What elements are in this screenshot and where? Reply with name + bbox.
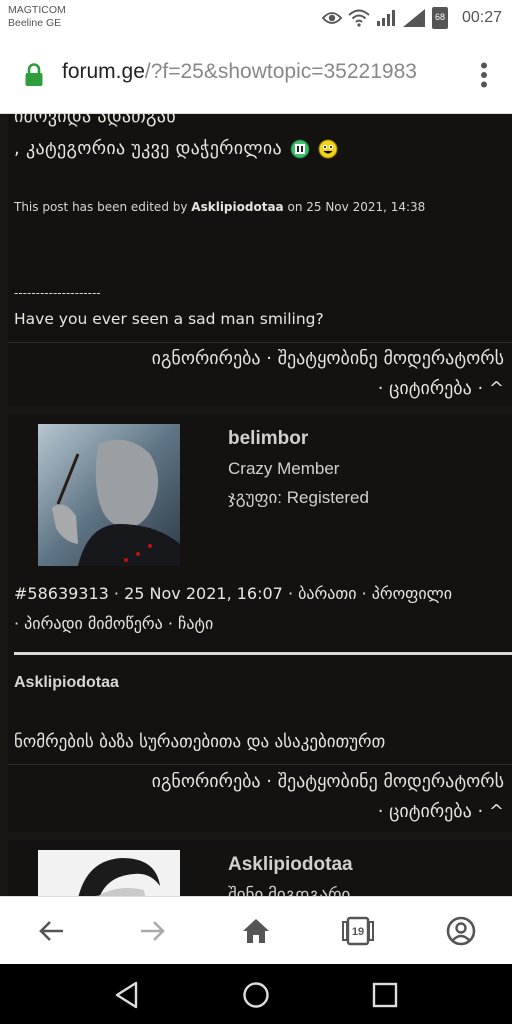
tabs-icon: 19	[342, 916, 374, 946]
account-icon	[446, 916, 476, 946]
signature-separator: --------------------	[14, 286, 101, 300]
arrow-right-icon	[141, 921, 165, 941]
post-separator	[14, 652, 512, 655]
emoticon-icon	[290, 139, 310, 158]
url-field[interactable]: forum.ge/?f=25&showtopic=35221983	[62, 60, 450, 84]
edited-user[interactable]: Asklipiodotaa	[191, 200, 283, 214]
tab-count: 19	[352, 926, 364, 938]
divider	[8, 764, 512, 765]
edited-note: This post has been edited by Asklipiodot…	[14, 200, 425, 214]
post-text-line: , კატეგორია უკვე დაჭერილია	[14, 138, 282, 159]
post-card: Asklipiodotaa შინი მიგდგარი	[8, 840, 512, 896]
post-card: იძოვიდა ადათგან , კატეგორია უკვე დაჭერილ…	[8, 114, 512, 406]
forward-button[interactable]	[136, 914, 170, 948]
eye-icon	[321, 12, 342, 24]
home-icon	[243, 919, 269, 943]
url-path: /?f=25&showtopic=35221983	[144, 60, 417, 83]
post-meta[interactable]: · პირადი მიმოწერა · ჩატი	[14, 614, 213, 633]
post-actions: იგნორირება · შეატყობინე მოდერატორს · ციტ…	[152, 344, 504, 404]
address-bar: forum.ge/?f=25&showtopic=35221983	[0, 36, 512, 114]
signature: Have you ever seen a sad man smiling?	[14, 310, 324, 328]
signal-icon-sim2	[402, 9, 425, 27]
browser-toolbar: 19	[0, 896, 512, 964]
battery-icon: 68	[431, 7, 448, 29]
system-navigation-bar	[0, 964, 512, 1024]
post-username[interactable]: Asklipiodotaa	[228, 854, 353, 876]
lock-icon	[25, 63, 43, 86]
post-text: იძოვიდა ადათგან	[14, 114, 176, 127]
edited-suffix: on 25 Nov 2021, 14:38	[287, 200, 426, 214]
system-home-icon[interactable]	[242, 981, 270, 1009]
home-button[interactable]	[239, 914, 273, 948]
post-username[interactable]: belimbor	[228, 428, 308, 450]
post-actions-row[interactable]: იგნორირება · შეატყობინე მოდერატორს	[152, 767, 504, 797]
battery-level: 68	[434, 12, 445, 22]
status-bar: MAGTICOM Beeline GE 68 00:27	[0, 0, 512, 36]
post-card: belimbor Crazy Member ჯგუფი: Registered …	[8, 414, 512, 832]
post-actions-row[interactable]: · ციტირება · ^	[152, 374, 504, 404]
user-rank: Crazy Member	[228, 459, 340, 478]
clock: 00:27	[461, 9, 502, 26]
arrow-left-icon	[39, 921, 63, 941]
post-text: , კატეგორია უკვე დაჭერილია	[14, 138, 338, 159]
quote-author: Asklipiodotaa	[14, 674, 119, 691]
post-actions: იგნორირება · შეატყობინე მოდერატორს · ციტ…	[152, 767, 504, 827]
wifi-icon	[348, 9, 370, 27]
carrier-info: MAGTICOM Beeline GE	[8, 4, 66, 30]
tabs-button[interactable]: 19	[341, 914, 375, 948]
user-avatar[interactable]	[38, 850, 180, 896]
carrier-name-secondary: Beeline GE	[8, 17, 62, 29]
url-host: forum.ge	[62, 60, 145, 83]
user-rank: შინი მიგდგარი	[228, 885, 351, 896]
system-recents-icon[interactable]	[372, 982, 398, 1008]
more-options-icon[interactable]	[480, 62, 488, 88]
divider	[8, 342, 512, 343]
user-avatar[interactable]	[38, 424, 180, 566]
post-actions-row[interactable]: იგნორირება · შეატყობინე მოდერატორს	[152, 344, 504, 374]
post-text: ნომრების ბაზა სურათებითა და ასაკებითურთ	[14, 732, 386, 752]
post-meta[interactable]: #58639313 · 25 Nov 2021, 16:07 · ბარათი …	[14, 584, 452, 603]
edited-prefix: This post has been edited by	[14, 200, 188, 214]
user-group: ჯგუფი: Registered	[228, 488, 369, 507]
system-back-icon[interactable]	[114, 981, 140, 1009]
smiley-icon	[318, 139, 338, 158]
post-actions-row[interactable]: · ციტირება · ^	[152, 797, 504, 827]
carrier-name: MAGTICOM	[8, 4, 66, 16]
account-button[interactable]	[444, 914, 478, 948]
page-content: იძოვიდა ადათგან , კატეგორია უკვე დაჭერილ…	[0, 114, 512, 896]
status-icons: 68 00:27	[321, 7, 502, 29]
signal-icon-sim1	[376, 10, 395, 26]
back-button[interactable]	[34, 914, 68, 948]
